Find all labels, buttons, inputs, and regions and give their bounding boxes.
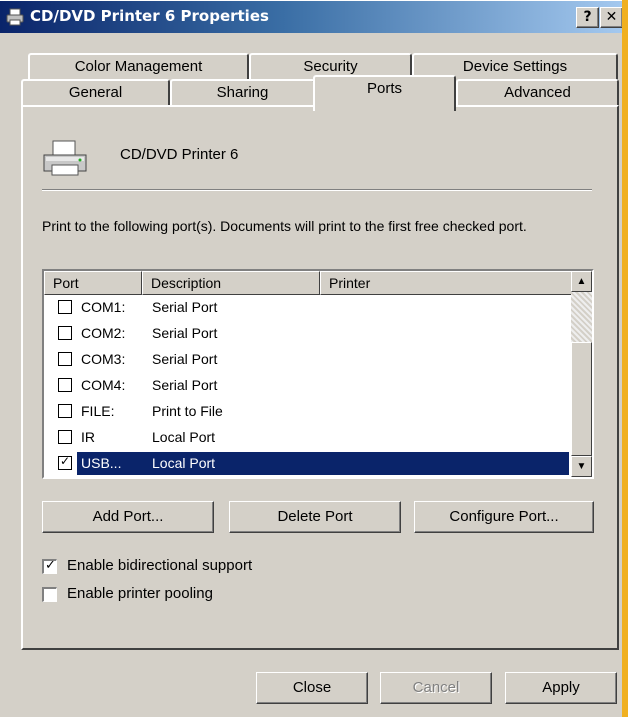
ports-description: Print to the following port(s). Document… (42, 218, 527, 234)
port-description: Local Port (152, 429, 216, 445)
list-item[interactable]: FILE: Print to File (44, 399, 571, 425)
background-strip (622, 0, 628, 717)
port-name: COM1: (81, 299, 126, 315)
port-checkbox[interactable] (58, 300, 72, 314)
column-header-description[interactable]: Description (142, 271, 320, 295)
list-item[interactable]: COM1: Serial Port (44, 295, 571, 321)
apply-button[interactable]: Apply (505, 672, 617, 704)
port-checkbox[interactable] (58, 430, 72, 444)
port-name: USB... (81, 455, 122, 471)
properties-dialog: CD/DVD Printer 6 Properties ? ✕ Color Ma… (0, 0, 628, 717)
port-description: Serial Port (152, 377, 218, 393)
printer-app-icon (6, 8, 24, 26)
scroll-track[interactable] (571, 292, 592, 342)
port-name: FILE: (81, 403, 115, 419)
close-window-button[interactable]: ✕ (600, 7, 623, 28)
list-item[interactable]: COM2: Serial Port (44, 321, 571, 347)
bidirectional-label: Enable bidirectional support (67, 557, 253, 574)
tab-ports[interactable]: Ports (313, 75, 456, 111)
separator (42, 189, 592, 191)
configure-port-button[interactable]: Configure Port... (414, 501, 594, 533)
vertical-scrollbar[interactable]: ▲ ▼ (571, 271, 592, 477)
tab-color-management[interactable]: Color Management (28, 53, 249, 80)
list-item[interactable]: COM3: Serial Port (44, 347, 571, 373)
port-name: COM4: (81, 377, 126, 393)
port-description: Serial Port (152, 325, 218, 341)
add-port-button[interactable]: Add Port... (42, 501, 214, 533)
cancel-button[interactable]: Cancel (380, 672, 492, 704)
list-item[interactable]: IR Local Port (44, 425, 571, 451)
window-title: CD/DVD Printer 6 Properties (30, 7, 269, 25)
scroll-up-icon[interactable]: ▲ (571, 271, 592, 292)
port-description: Print to File (152, 403, 223, 419)
port-description: Serial Port (152, 299, 218, 315)
help-button[interactable]: ? (576, 7, 599, 28)
bidirectional-checkbox[interactable]: ✓ (42, 557, 57, 574)
printer-name: CD/DVD Printer 6 (120, 146, 239, 163)
tab-advanced[interactable]: Advanced (456, 79, 619, 106)
checkmark-icon: ✓ (60, 454, 71, 468)
pooling-checkbox[interactable] (42, 587, 57, 602)
list-item[interactable]: COM4: Serial Port (44, 373, 571, 399)
tab-general[interactable]: General (21, 79, 170, 106)
list-header: Port Description Printer (44, 271, 574, 295)
column-header-port[interactable]: Port (44, 271, 142, 295)
title-bar[interactable]: CD/DVD Printer 6 Properties ? ✕ (0, 1, 628, 33)
port-checkbox[interactable]: ✓ (58, 454, 72, 470)
port-description: Serial Port (152, 351, 218, 367)
port-checkbox[interactable] (58, 404, 72, 418)
scroll-thumb[interactable] (571, 342, 592, 456)
port-checkbox[interactable] (58, 378, 72, 392)
port-name: IR (81, 429, 95, 445)
port-checkbox[interactable] (58, 352, 72, 366)
ports-list[interactable]: Port Description Printer COM1: Serial Po… (42, 269, 594, 479)
close-button[interactable]: Close (256, 672, 368, 704)
column-header-printer[interactable]: Printer (320, 271, 574, 295)
port-name: COM3: (81, 351, 126, 367)
port-checkbox[interactable] (58, 326, 72, 340)
delete-port-button[interactable]: Delete Port (229, 501, 401, 533)
port-name: COM2: (81, 325, 126, 341)
checkmark-icon: ✓ (45, 557, 56, 572)
pooling-label: Enable printer pooling (67, 585, 213, 602)
printer-icon (43, 140, 87, 176)
selection-highlight (77, 452, 569, 475)
tab-sharing[interactable]: Sharing (170, 79, 315, 106)
port-description: Local Port (152, 455, 216, 471)
list-item-selected[interactable]: ✓ USB... Local Port (44, 451, 571, 477)
scroll-down-icon[interactable]: ▼ (571, 456, 592, 477)
